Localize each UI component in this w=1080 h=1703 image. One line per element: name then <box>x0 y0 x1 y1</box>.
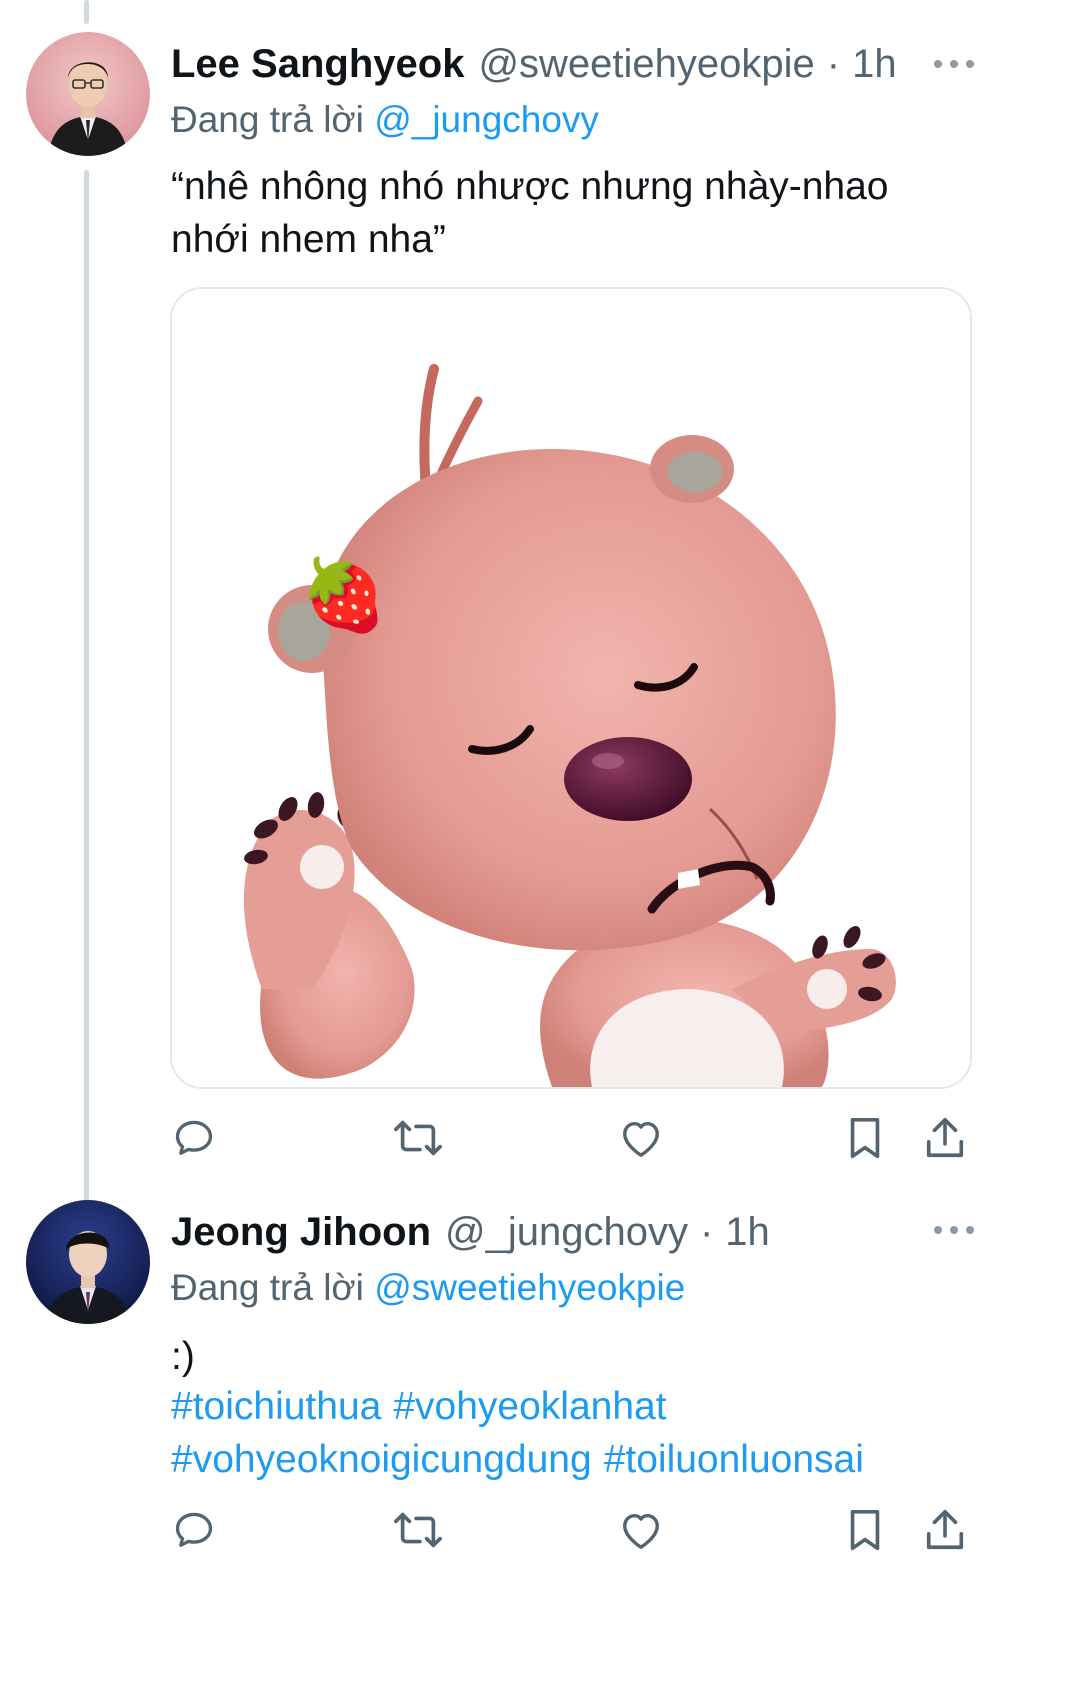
reply-button[interactable] <box>169 1505 219 1555</box>
hashtag-link[interactable]: #toiluonluonsai <box>604 1438 864 1481</box>
hashtag-link[interactable]: #vohyeoklanhat <box>393 1385 666 1428</box>
like-button[interactable] <box>616 1113 666 1163</box>
reply-prefix: Đang trả lời <box>171 99 364 140</box>
tweet-media-image[interactable]: 🍓 <box>170 287 972 1089</box>
retweet-button[interactable] <box>393 1505 443 1555</box>
tweet-header: Jeong Jihoon @_jungchovy · 1h <box>171 1208 770 1256</box>
person-in-black-suit-icon <box>26 32 150 156</box>
strawberry-emoji: 🍓 <box>300 555 387 635</box>
like-button[interactable] <box>616 1505 666 1555</box>
heart-icon <box>623 1121 659 1157</box>
share-icon <box>926 1117 964 1158</box>
bookmark-button[interactable] <box>840 1505 890 1555</box>
bookmark-icon <box>850 1117 880 1159</box>
replying-to: Đang trả lời @sweetiehyeokpie <box>171 1266 685 1310</box>
bookmark-button[interactable] <box>840 1113 890 1163</box>
thread-line <box>84 170 89 1288</box>
more-options-icon[interactable] <box>934 57 974 71</box>
reply-icon <box>175 1120 213 1155</box>
retweet-icon <box>394 1120 442 1156</box>
share-button[interactable] <box>920 1113 970 1163</box>
tweet-header: Lee Sanghyeok @sweetiehyeokpie · 1h <box>171 40 897 88</box>
more-options-icon[interactable] <box>934 1223 974 1237</box>
avatar[interactable] <box>26 32 150 156</box>
display-name[interactable]: Jeong Jihoon <box>171 1208 431 1256</box>
reply-button[interactable] <box>169 1113 219 1163</box>
avatar[interactable] <box>26 1200 150 1324</box>
timestamp[interactable]: 1h <box>725 1208 770 1256</box>
tweet-text: “nhê nhông nhó nhược nhưng nhày-nhao nhớ… <box>171 165 889 261</box>
thread-line-top <box>84 0 89 24</box>
reply-prefix: Đang trả lời <box>171 1267 364 1308</box>
retweet-icon <box>394 1512 442 1548</box>
reply-icon <box>175 1512 213 1547</box>
separator-dot: · <box>826 42 841 86</box>
timestamp[interactable]: 1h <box>852 40 897 88</box>
reply-to-mention[interactable]: @_jungchovy <box>374 99 599 140</box>
user-handle[interactable]: @sweetiehyeokpie <box>478 40 814 88</box>
hashtag-link[interactable]: #toichiuthua <box>171 1385 381 1428</box>
tweet-text: :) <box>171 1335 195 1378</box>
share-icon <box>926 1509 964 1550</box>
retweet-button[interactable] <box>393 1113 443 1163</box>
display-name[interactable]: Lee Sanghyeok <box>171 40 464 88</box>
hashtags: #toichiuthua #vohyeoklanhat #vohyeoknoigic… <box>171 1380 1031 1486</box>
user-handle[interactable]: @_jungchovy <box>445 1208 688 1256</box>
bookmark-icon <box>850 1509 880 1551</box>
reply-to-mention[interactable]: @sweetiehyeokpie <box>374 1267 685 1308</box>
share-button[interactable] <box>920 1505 970 1555</box>
person-in-dark-suit-icon <box>26 1200 150 1324</box>
heart-icon <box>623 1513 659 1549</box>
separator-dot: · <box>699 1210 714 1254</box>
replying-to: Đang trả lời @_jungchovy <box>171 98 599 142</box>
pink-beaver-sticker-image: 🍓 <box>172 289 970 1087</box>
hashtag-link[interactable]: #vohyeoknoigicungdung <box>171 1438 592 1481</box>
